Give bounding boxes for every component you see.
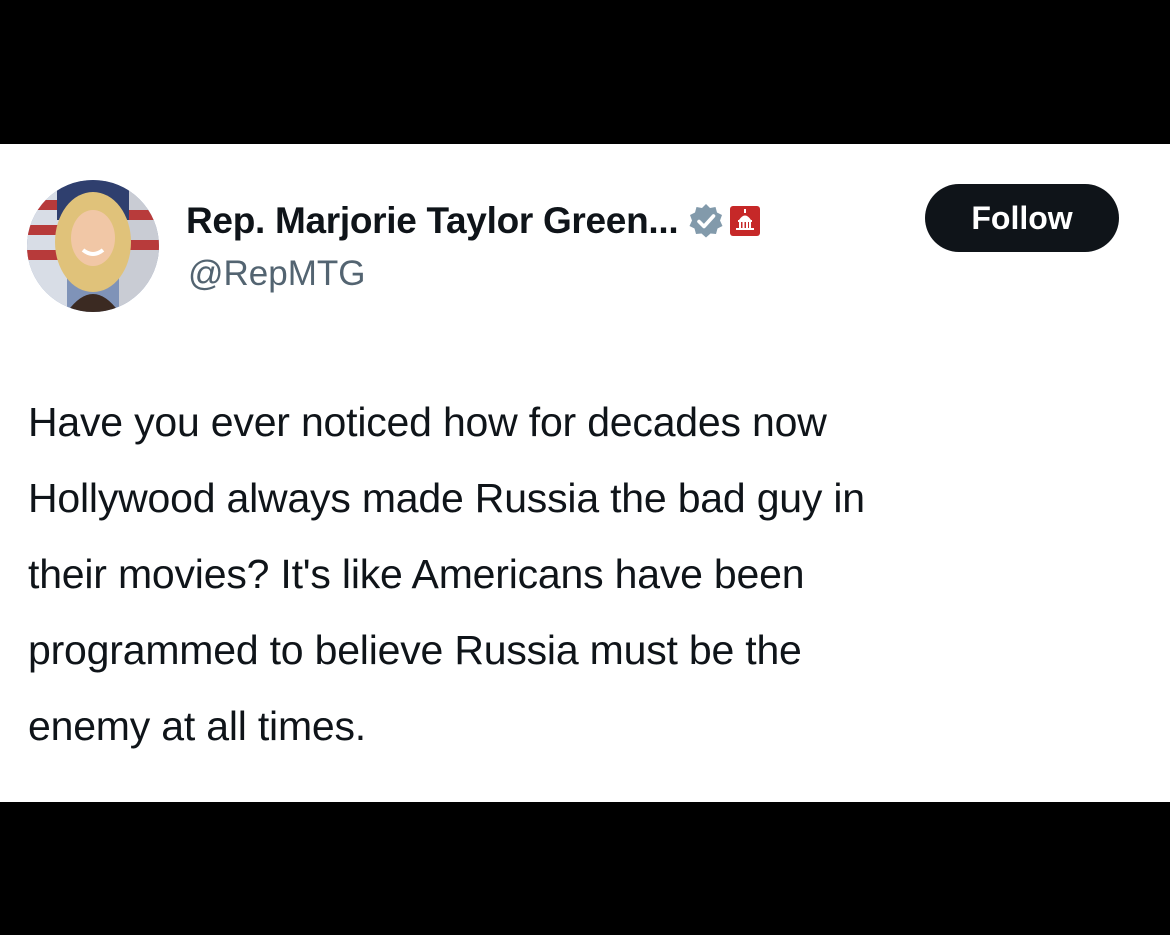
avatar[interactable] (27, 180, 159, 312)
tweet-text-line: enemy at all times. (28, 703, 366, 749)
tweet-text-line: programmed to believe Russia must be the (28, 627, 802, 673)
tweet-text-line: Hollywood always made Russia the bad guy… (28, 475, 865, 521)
tweet-text: Have you ever noticed how for decades no… (28, 384, 1138, 764)
tweet-text-line: Have you ever noticed how for decades no… (28, 399, 827, 445)
author-display-name[interactable]: Rep. Marjorie Taylor Green... (186, 200, 679, 242)
author-handle[interactable]: @RepMTG (188, 254, 366, 294)
tweet-text-line: their movies? It's like Americans have b… (28, 551, 805, 597)
verified-badge-icon (686, 201, 726, 241)
tweet-card: Rep. Marjorie Taylor Green... @RepMTG Fo… (0, 144, 1170, 802)
screenshot-frame: Rep. Marjorie Taylor Green... @RepMTG Fo… (0, 0, 1170, 935)
author-name-row: Rep. Marjorie Taylor Green... (186, 196, 761, 246)
follow-button[interactable]: Follow (925, 184, 1119, 252)
capitol-building-icon[interactable] (730, 206, 761, 236)
